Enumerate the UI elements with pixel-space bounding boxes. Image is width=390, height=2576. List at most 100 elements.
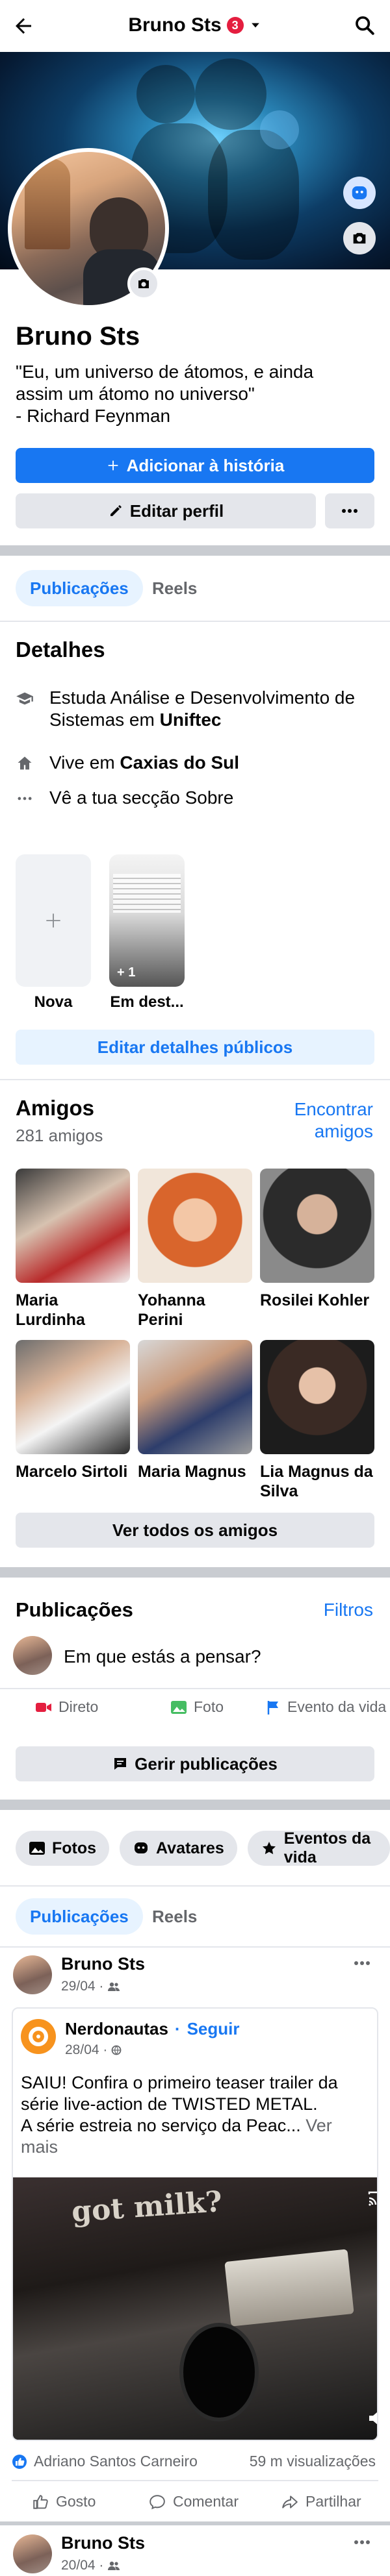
post-more-icon[interactable] — [354, 1961, 370, 1966]
pencil-icon — [108, 503, 124, 519]
profile-switcher[interactable]: Bruno Sts 3 — [0, 14, 390, 36]
like-button[interactable]: Gosto — [31, 2493, 96, 2510]
detail-about[interactable]: Vê a tua secção Sobre — [16, 787, 380, 809]
comment-icon — [148, 2494, 166, 2510]
post-meta: 29/04 · — [61, 1979, 120, 1994]
plus-icon — [106, 458, 120, 473]
post-author-name[interactable]: Bruno Sts — [61, 1954, 145, 1974]
post-author-avatar[interactable] — [13, 2534, 52, 2573]
details-title: Detalhes — [16, 638, 105, 662]
life-event-button[interactable]: Evento da vida — [266, 1698, 386, 1716]
flag-icon — [266, 1700, 281, 1715]
photo-icon — [170, 1700, 187, 1715]
lives-text: Vive em — [49, 752, 120, 773]
section-separator — [0, 1800, 390, 1810]
post-author-avatar[interactable] — [13, 1955, 52, 1994]
cover-camera-button[interactable] — [343, 222, 376, 254]
chip-row: Fotos Avatares Eventos da vida — [16, 1829, 390, 1866]
new-featured-story[interactable] — [16, 854, 91, 987]
friend-photo — [16, 1169, 130, 1283]
cover-avatar-button[interactable] — [343, 177, 376, 209]
friend-card[interactable]: Maria Lurdinha — [16, 1169, 130, 1330]
chip-avatars[interactable]: Avatares — [120, 1831, 237, 1866]
friend-card[interactable]: Yohanna Perini — [138, 1169, 252, 1330]
shared-page-header: Nerdonautas · Seguir — [65, 2019, 240, 2039]
shared-page-name[interactable]: Nerdonautas — [65, 2019, 168, 2039]
search-icon[interactable] — [354, 14, 376, 36]
like-label: Gosto — [56, 2493, 96, 2510]
post-more-icon[interactable] — [354, 2540, 370, 2545]
live-button[interactable]: Direto — [35, 1698, 98, 1716]
tab-posts[interactable]: Publicações — [16, 1898, 143, 1935]
volume-icon[interactable] — [368, 2410, 377, 2427]
chip-photos[interactable]: Fotos — [16, 1831, 110, 1866]
add-story-label: Adicionar à história — [126, 455, 285, 475]
chip-life-events[interactable]: Eventos da vida — [247, 1829, 390, 1866]
friend-name: Maria Magnus — [138, 1463, 246, 1481]
header-title: Bruno Sts — [128, 14, 222, 36]
live-label: Direto — [58, 1698, 99, 1715]
globe-icon — [111, 2045, 122, 2055]
shared-post[interactable]: Nerdonautas · Seguir 28/04 · SAIU! Confi… — [12, 2007, 378, 2441]
post-author-name[interactable]: Bruno Sts — [61, 2533, 145, 2553]
bullet: · — [174, 2019, 181, 2038]
chip-avatars-label: Avatares — [156, 1839, 224, 1857]
add-story-button[interactable]: Adicionar à história — [16, 448, 374, 483]
tab-reels[interactable]: Reels — [138, 570, 211, 606]
featured-story[interactable]: + 1 — [109, 854, 185, 987]
friend-card[interactable]: Marcelo Sirtoli — [16, 1340, 130, 1481]
composer-avatar[interactable] — [13, 1636, 52, 1675]
see-all-friends-button[interactable]: Ver todos os amigos — [16, 1513, 374, 1548]
avatar-icon — [133, 1840, 150, 1856]
composer-input[interactable]: Em que estás a pensar? — [64, 1646, 261, 1667]
manage-posts-button[interactable]: Gerir publicações — [16, 1746, 374, 1781]
top-bar: Bruno Sts 3 — [0, 0, 390, 52]
more-dots-icon — [16, 789, 34, 808]
friend-photo — [138, 1340, 252, 1454]
shared-date: 28/04 · — [65, 2042, 108, 2057]
friend-card[interactable]: Maria Magnus — [138, 1340, 252, 1481]
friend-photo — [260, 1340, 374, 1454]
cast-icon[interactable] — [368, 2190, 377, 2207]
section-separator — [0, 2521, 390, 2525]
lives-place[interactable]: Caxias do Sul — [120, 752, 239, 773]
comment-button[interactable]: Comentar — [148, 2493, 239, 2510]
reactor-name: Adriano Santos Carneiro — [34, 2453, 198, 2470]
avatar-camera-button[interactable] — [127, 267, 160, 300]
photo-button[interactable]: Foto — [170, 1698, 224, 1716]
video-player[interactable]: got milk? — [13, 2177, 377, 2440]
section-separator — [0, 545, 390, 556]
edit-public-details-button[interactable]: Editar detalhes públicos — [16, 1030, 374, 1065]
post-meta: 20/04 · — [61, 2558, 120, 2573]
story-text-preview — [113, 874, 181, 913]
chip-photos-label: Fotos — [52, 1839, 97, 1857]
tab-reels[interactable]: Reels — [138, 1898, 211, 1935]
section-separator — [0, 1567, 390, 1578]
reactions-summary[interactable]: Adriano Santos Carneiro — [12, 2453, 198, 2470]
find-friends-link[interactable]: Encontrar amigos — [294, 1098, 373, 1143]
detail-study: Estuda Análise e Desenvolvimento de Sist… — [16, 687, 380, 731]
share-icon — [281, 2494, 299, 2510]
divider — [0, 1079, 390, 1080]
like-reaction-icon — [12, 2454, 27, 2470]
featured-story-label: Em dest... — [110, 993, 184, 1011]
live-video-icon — [35, 1701, 52, 1714]
new-story-label: Nova — [34, 993, 73, 1011]
friend-name: Yohanna Perini — [138, 1291, 205, 1329]
divider — [0, 1885, 390, 1887]
views-count[interactable]: 59 m visualizações — [250, 2453, 376, 2470]
more-dots-icon — [341, 508, 358, 514]
friend-photo — [16, 1340, 130, 1454]
divider — [0, 1688, 390, 1689]
shared-page-avatar[interactable] — [21, 2019, 56, 2054]
study-place[interactable]: Uniftec — [160, 710, 222, 730]
more-options-button[interactable] — [325, 493, 374, 528]
filters-link[interactable]: Filtros — [324, 1600, 373, 1620]
friend-card[interactable]: Rosilei Kohler — [260, 1169, 374, 1310]
profile-name: Bruno Sts — [16, 322, 140, 351]
friend-card[interactable]: Lia Magnus da Silva — [260, 1340, 374, 1501]
edit-profile-button[interactable]: Editar perfil — [16, 493, 316, 528]
share-button[interactable]: Partilhar — [281, 2493, 361, 2510]
follow-button[interactable]: Seguir — [187, 2019, 240, 2039]
tab-publicacoes[interactable]: Publicações — [16, 570, 143, 606]
